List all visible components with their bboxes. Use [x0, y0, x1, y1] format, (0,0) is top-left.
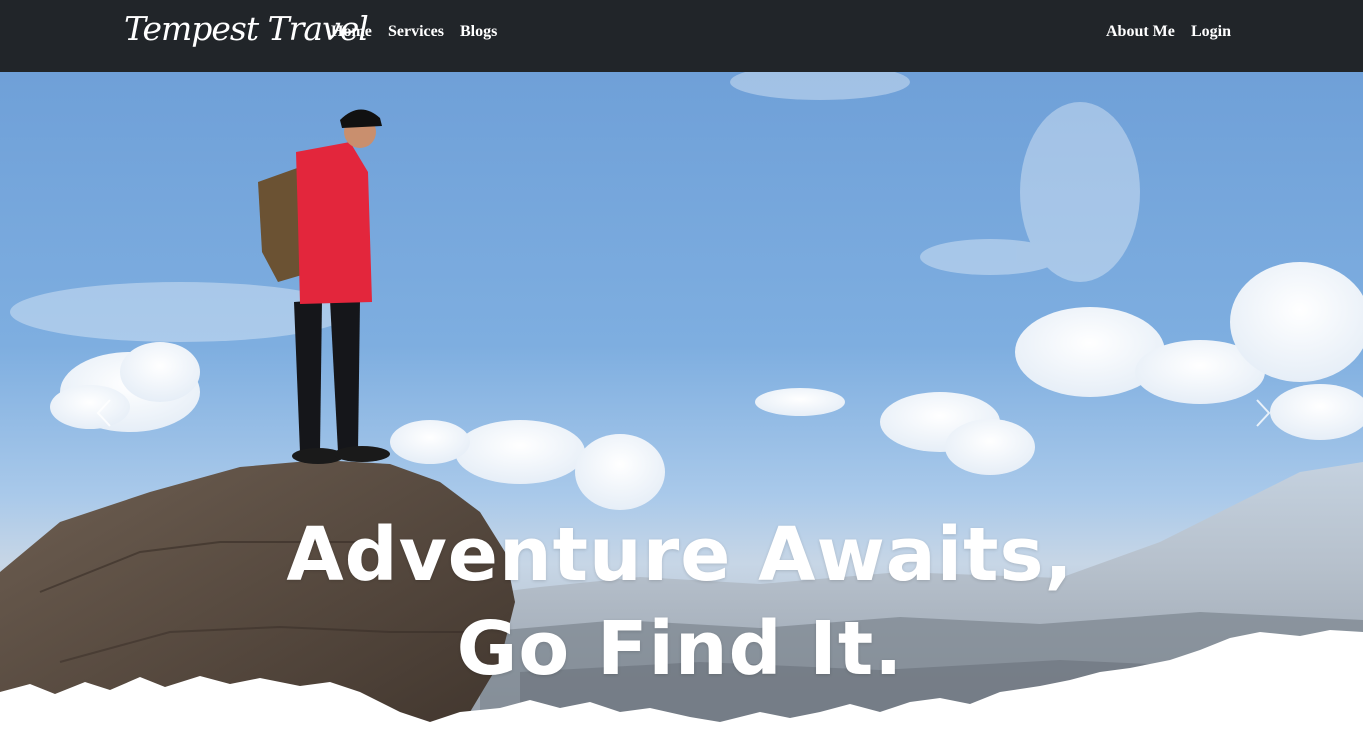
- high-clouds: [10, 72, 1140, 342]
- carousel-next-button[interactable]: [1243, 382, 1283, 442]
- hero-headline: Adventure Awaits, Go Find It.: [286, 512, 1074, 692]
- nav-link-blogs[interactable]: Blogs: [460, 22, 497, 42]
- hero-carousel: Adventure Awaits, Go Find It.: [0, 72, 1363, 755]
- chevron-left-icon: [96, 399, 111, 427]
- chevron-right-icon: [1256, 399, 1271, 427]
- hiker-figure: [258, 109, 390, 464]
- nav-link-home[interactable]: Home: [331, 22, 372, 42]
- nav-link-about-me[interactable]: About Me: [1106, 22, 1175, 42]
- carousel-prev-button[interactable]: [84, 382, 124, 442]
- navbar: Tempest Travel Home Services Blogs About…: [0, 0, 1363, 72]
- nav-link-login[interactable]: Login: [1191, 22, 1231, 42]
- nav-link-services[interactable]: Services: [388, 22, 444, 42]
